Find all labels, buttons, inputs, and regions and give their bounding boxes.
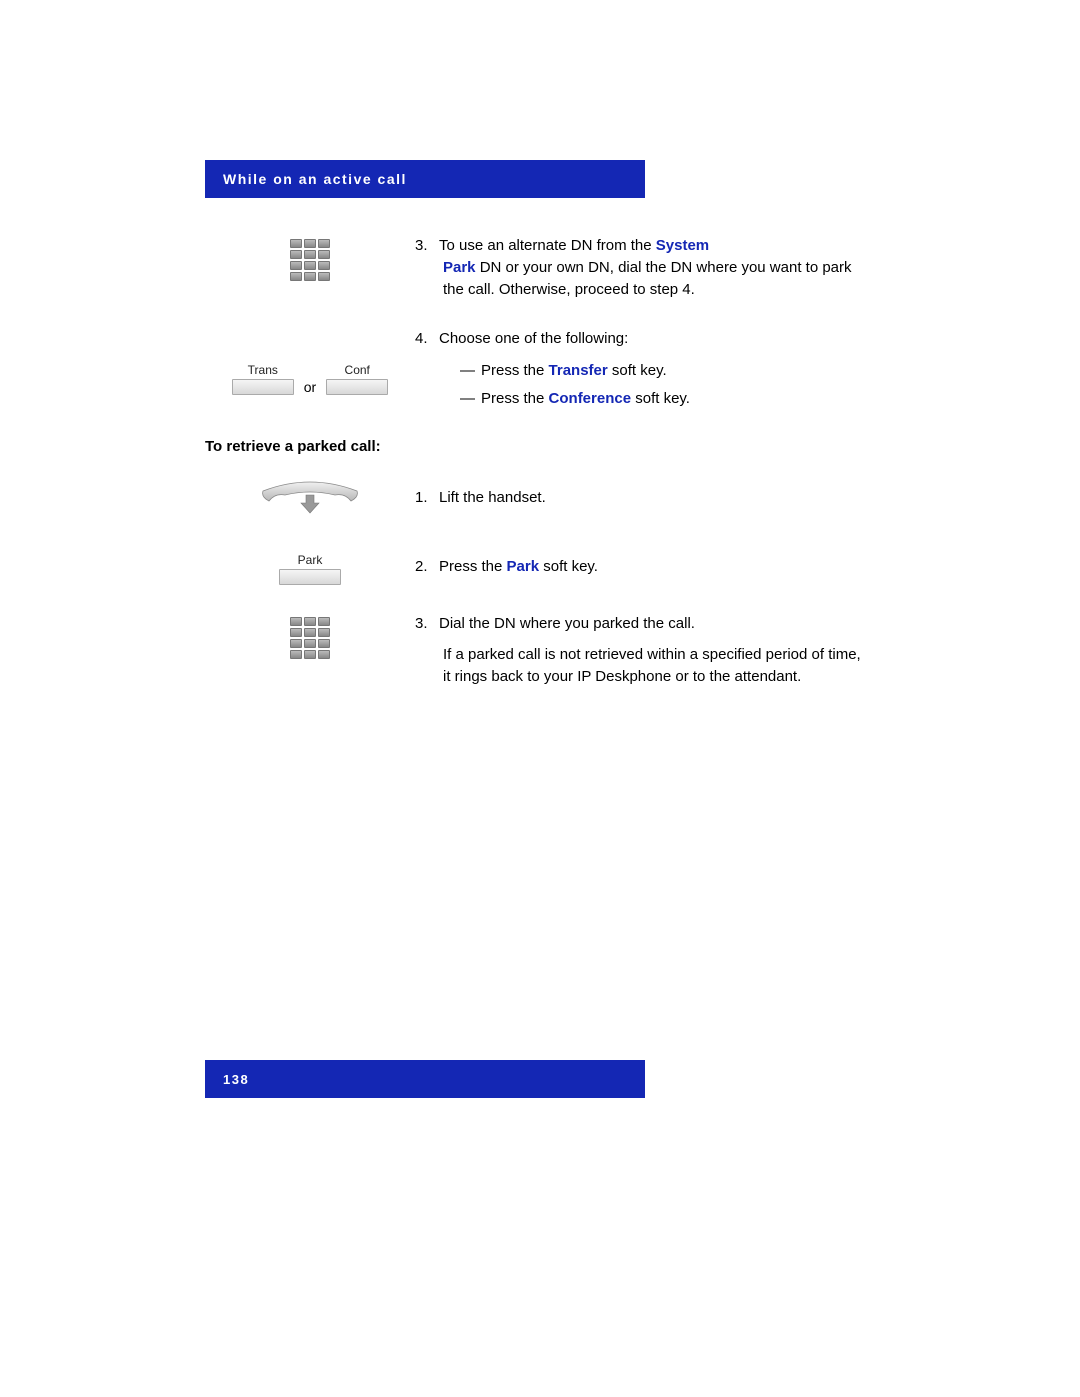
retrieve-1-text: 1.Lift the handset. xyxy=(415,487,875,509)
retrieve-3-text: 3.Dial the DN where you parked the call.… xyxy=(415,613,875,688)
keypad-icon-col-2 xyxy=(205,613,415,659)
park-softkey: Park xyxy=(279,553,341,585)
conf-softkey: Conf xyxy=(326,363,388,395)
document-page: While on an active call 3.To use an alte… xyxy=(0,0,1080,1397)
softkey-icon-col: Trans or Conf xyxy=(205,343,415,395)
handset-icon xyxy=(255,479,365,521)
page-content: 3.To use an alternate DN from the System… xyxy=(205,235,875,716)
step-4-text: 4.Choose one of the following: —Press th… xyxy=(415,328,875,409)
retrieve-2-row: Park 2.Press the Park soft key. xyxy=(205,549,875,585)
header-title: While on an active call xyxy=(223,171,407,187)
step-3-row: 3.To use an alternate DN from the System… xyxy=(205,235,875,300)
keypad-icon xyxy=(290,239,330,281)
step-4-row: Trans or Conf 4.Choose one of the follow… xyxy=(205,328,875,409)
softkey-button xyxy=(279,569,341,585)
page-footer: 138 xyxy=(205,1060,645,1098)
softkey-button xyxy=(232,379,294,395)
handset-icon-col xyxy=(205,475,415,521)
park-softkey-col: Park xyxy=(205,549,415,585)
step-3-text: 3.To use an alternate DN from the System… xyxy=(415,235,875,300)
softkey-group: Trans or Conf xyxy=(232,363,388,395)
retrieve-1-row: 1.Lift the handset. xyxy=(205,475,875,521)
page-header: While on an active call xyxy=(205,160,645,198)
keypad-icon xyxy=(290,617,330,659)
page-number: 138 xyxy=(223,1072,249,1087)
keypad-icon-col xyxy=(205,235,415,281)
step-number: 3. xyxy=(415,235,439,257)
retrieve-2-text: 2.Press the Park soft key. xyxy=(415,556,875,578)
retrieve-heading: To retrieve a parked call: xyxy=(205,438,875,455)
trans-softkey: Trans xyxy=(232,363,294,395)
softkey-button xyxy=(326,379,388,395)
retrieve-3-row: 3.Dial the DN where you parked the call.… xyxy=(205,613,875,688)
